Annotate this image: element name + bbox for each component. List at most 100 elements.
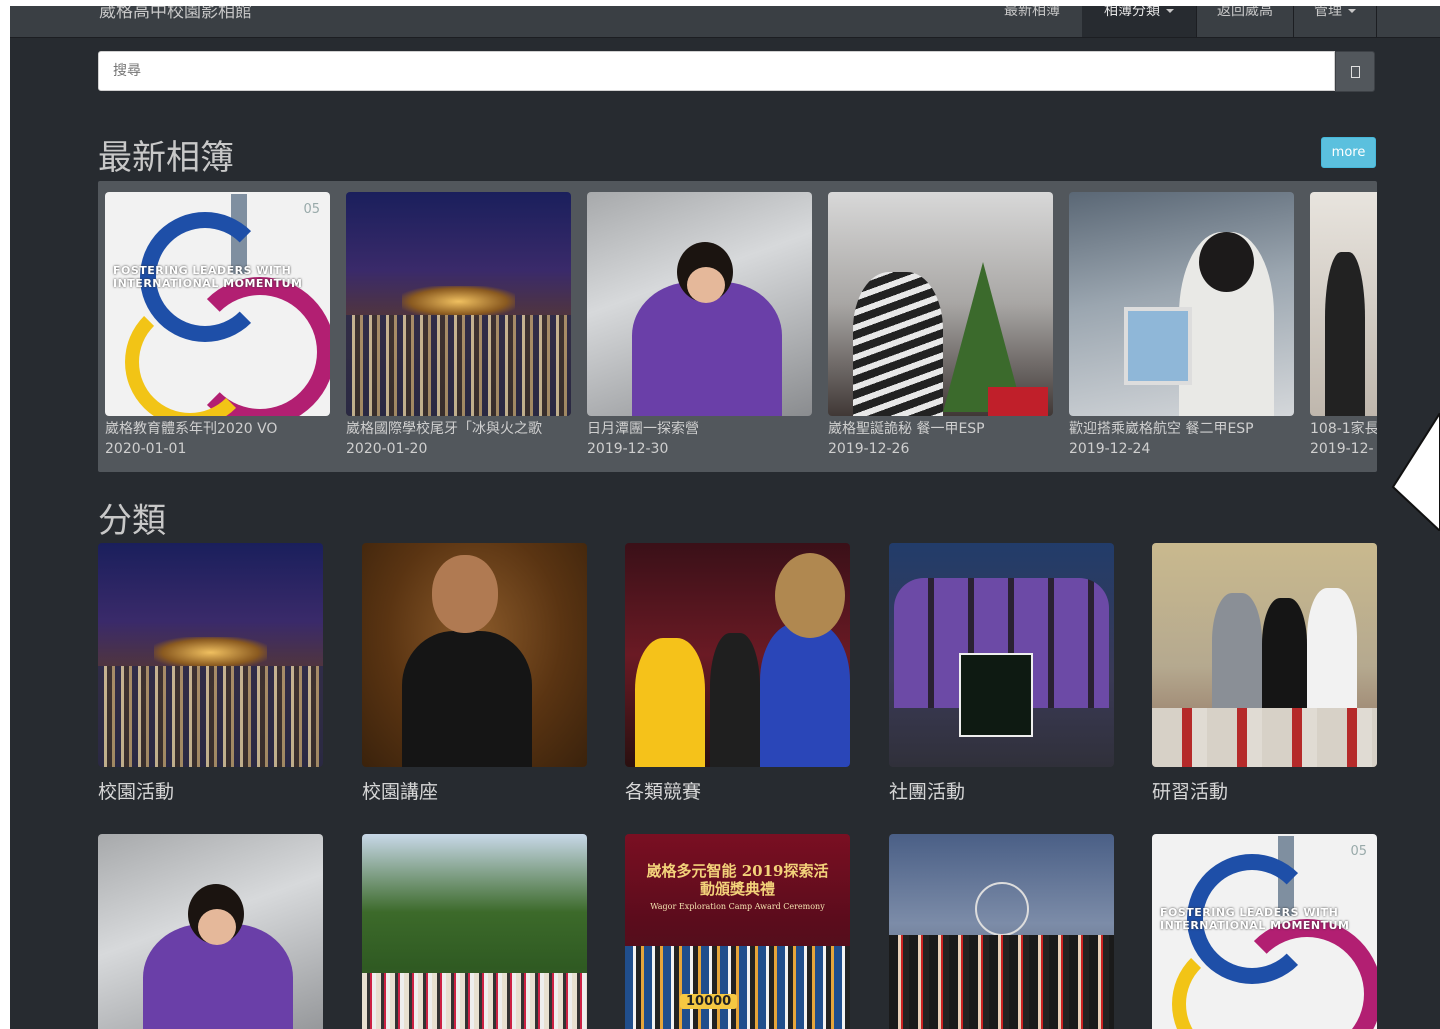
category-card[interactable]: 校園講座 [362,543,587,804]
album-card[interactable]: 崴格國際學校尾牙「冰與火之歌 2020-01-20 [346,192,571,459]
nav-item-label: 管理 [1314,6,1342,19]
app-frame: 崴格高中校園影相館 最新相簿 相簿分類 返回崴高 管理 最新相簿 more [10,6,1440,1029]
album-card[interactable]: 05 FOSTERING LEADERS WITH INTERNATIONAL … [105,192,330,459]
album-card[interactable]: 歡迎搭乘崴格航空 餐二甲ESP 2019-12-24 [1069,192,1294,459]
category-card[interactable]: 社團活動 [889,543,1114,804]
nav-item-latest[interactable]: 最新相簿 [982,6,1082,37]
caret-down-icon [1348,9,1356,13]
category-thumbnail[interactable] [625,543,850,767]
poster-slogan-line: FOSTERING LEADERS WITH [1160,906,1339,919]
categories-heading: 分類 [98,501,166,541]
album-title[interactable]: 日月潭團一探索營 [587,419,817,439]
award-banner-line: 崴格多元智能 2019探索活動頒獎典禮 [646,862,829,898]
poster-slogan-line: INTERNATIONAL MOMENTUM [113,277,303,290]
category-card[interactable] [889,834,1114,1029]
album-thumbnail[interactable] [828,192,1053,416]
album-thumbnail[interactable] [1310,192,1377,416]
category-label[interactable]: 校園活動 [98,777,323,804]
category-card[interactable]: 崴格多元智能 2019探索活動頒獎典禮 Wagor Exploration Ca… [625,834,850,1029]
category-thumbnail[interactable]: 崴格多元智能 2019探索活動頒獎典禮 Wagor Exploration Ca… [625,834,850,1029]
category-label[interactable]: 社團活動 [889,777,1114,804]
person-graphic [402,631,532,767]
category-card[interactable]: 研習活動 [1152,543,1377,804]
logo-graphic [975,882,1029,936]
nav-item-label: 相簿分類 [1104,6,1160,19]
category-thumbnail[interactable] [1152,543,1377,767]
album-date: 2019-12-26 [828,441,910,457]
poster-volume: 05 [1350,844,1367,859]
poster-slogan-line: FOSTERING LEADERS WITH [113,264,292,277]
nav-item-label: 返回崴高 [1217,6,1273,19]
category-thumbnail[interactable]: 05 FOSTERING LEADERS WITH INTERNATIONAL … [1152,834,1377,1029]
award-banner-subtitle: Wagor Exploration Camp Award Ceremony [650,902,825,911]
latest-albums-strip[interactable]: 05 FOSTERING LEADERS WITH INTERNATIONAL … [98,181,1377,472]
person-graphic [760,623,850,767]
search-input[interactable] [98,51,1335,91]
poster-slogan-line: INTERNATIONAL MOMENTUM [1160,919,1350,932]
speech-bubble-pointer [1391,413,1440,531]
category-thumbnail[interactable] [362,543,587,767]
category-label[interactable]: 研習活動 [1152,777,1377,804]
category-label[interactable]: 各類競賽 [625,777,850,804]
more-button[interactable]: more [1321,137,1376,168]
nav-item-label: 最新相簿 [1004,6,1060,19]
album-card[interactable]: 日月潭團一探索營 2019-12-30 [587,192,812,459]
person-graphic [853,272,943,416]
category-thumbnail[interactable] [889,834,1114,1029]
caret-down-icon [1166,9,1174,13]
category-card[interactable] [98,834,323,1029]
album-title[interactable]: 崴格國際學校尾牙「冰與火之歌 [346,419,576,439]
nav-item-categories[interactable]: 相簿分類 [1082,6,1196,37]
stage-sign-graphic [154,637,267,669]
nav-item-admin[interactable]: 管理 [1294,6,1376,37]
person-graphic [1199,232,1254,292]
album-thumbnail[interactable] [346,192,571,416]
tablet-graphic [1124,307,1192,385]
person-graphic [635,638,705,767]
category-label[interactable]: 校園講座 [362,777,587,804]
category-thumbnail[interactable] [98,543,323,767]
poster-graphic [959,653,1033,737]
album-card[interactable]: 108-1家長 2019-12- [1310,192,1377,459]
crowd-graphic [346,315,571,416]
album-title[interactable]: 歡迎搭乘崴格航空 餐二甲ESP [1069,419,1299,439]
album-card[interactable]: 崴格聖誕詭秘 餐一甲ESP 2019-12-26 [828,192,1053,459]
person-graphic [432,555,498,633]
person-graphic [1307,588,1357,713]
album-thumbnail[interactable] [1069,192,1294,416]
category-thumbnail[interactable] [98,834,323,1029]
person-graphic [198,909,236,945]
top-navbar: 崴格高中校園影相館 最新相簿 相簿分類 返回崴高 管理 [10,6,1440,38]
search-icon [1350,65,1360,78]
category-card[interactable] [362,834,587,1029]
album-date: 2019-12-30 [587,441,669,457]
decoration-graphic [988,387,1048,416]
category-card[interactable]: 各類競賽 [625,543,850,804]
mask-graphic [775,553,845,638]
person-graphic [710,633,760,767]
nav-item-back[interactable]: 返回崴高 [1197,6,1293,37]
album-title[interactable]: 108-1家長 [1310,419,1377,439]
category-thumbnail[interactable] [889,543,1114,767]
crowd-graphic [625,946,850,1029]
album-date: 2019-12-24 [1069,441,1151,457]
album-date: 2020-01-01 [105,441,187,457]
person-graphic [687,267,725,303]
table-graphic [1152,708,1377,767]
category-card[interactable]: 校園活動 [98,543,323,804]
album-thumbnail[interactable]: 05 FOSTERING LEADERS WITH INTERNATIONAL … [105,192,330,416]
person-graphic [1325,252,1365,416]
album-date: 2019-12- [1310,441,1374,457]
album-title[interactable]: 崴格教育體系年刊2020 VO [105,419,335,439]
category-card[interactable]: 05 FOSTERING LEADERS WITH INTERNATIONAL … [1152,834,1377,1029]
crowd-graphic [889,934,1114,1029]
album-thumbnail[interactable] [587,192,812,416]
nav-divider [1376,6,1377,37]
category-thumbnail[interactable] [362,834,587,1029]
poster-slogan: FOSTERING LEADERS WITH INTERNATIONAL MOM… [113,264,303,290]
album-title[interactable]: 崴格聖誕詭秘 餐一甲ESP [828,419,1058,439]
search-button[interactable] [1335,51,1375,92]
poster-slogan: FOSTERING LEADERS WITH INTERNATIONAL MOM… [1160,906,1350,932]
latest-albums-heading: 最新相簿 [98,138,234,178]
site-brand[interactable]: 崴格高中校園影相館 [99,6,252,22]
